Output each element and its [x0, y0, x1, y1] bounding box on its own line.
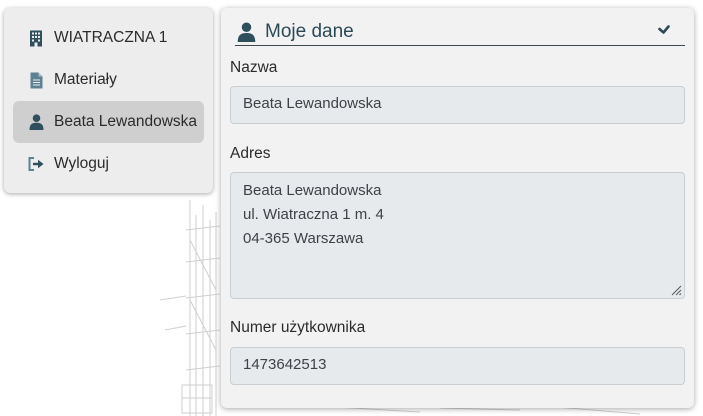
user-number-field[interactable]: 1473642513 — [230, 347, 685, 385]
document-icon — [27, 71, 45, 89]
sidebar-item-label: Materiały — [54, 71, 117, 88]
sidebar-item-materials[interactable]: Materiały — [13, 59, 204, 101]
panel-header[interactable]: Moje dane — [235, 18, 685, 46]
building-icon — [27, 29, 45, 47]
my-data-panel: Moje dane Nazwa Beata Lewandowska Adres … — [221, 8, 694, 408]
sidebar-item-label: WIATRACZNA 1 — [54, 29, 168, 46]
address-label: Adres — [230, 145, 271, 162]
address-line: 04-365 Warszawa — [243, 230, 364, 247]
sidebar-item-building[interactable]: WIATRACZNA 1 — [13, 17, 204, 59]
name-field[interactable]: Beata Lewandowska — [230, 86, 685, 124]
resize-grip-icon[interactable] — [670, 284, 682, 296]
address-line: ul. Wiatraczna 1 m. 4 — [243, 206, 384, 223]
user-number-label: Numer użytkownika — [230, 319, 366, 336]
sidebar-item-label: Wyloguj — [54, 155, 109, 172]
sidebar-item-logout[interactable]: Wyloguj — [13, 143, 204, 185]
logout-icon — [27, 155, 45, 173]
sidebar-item-label: Beata Lewandowska — [54, 113, 198, 130]
chevron-down-icon[interactable] — [657, 23, 671, 37]
user-icon — [235, 21, 257, 43]
address-line: Beata Lewandowska — [243, 182, 382, 199]
panel-title: Moje dane — [265, 20, 354, 42]
sidebar-menu: WIATRACZNA 1 Materiały Beata Lewandowska… — [4, 8, 213, 193]
name-label: Nazwa — [230, 59, 278, 76]
address-field[interactable]: Beata Lewandowska ul. Wiatraczna 1 m. 4 … — [230, 172, 685, 299]
sidebar-item-user[interactable]: Beata Lewandowska — [13, 101, 204, 143]
user-icon — [27, 113, 45, 131]
